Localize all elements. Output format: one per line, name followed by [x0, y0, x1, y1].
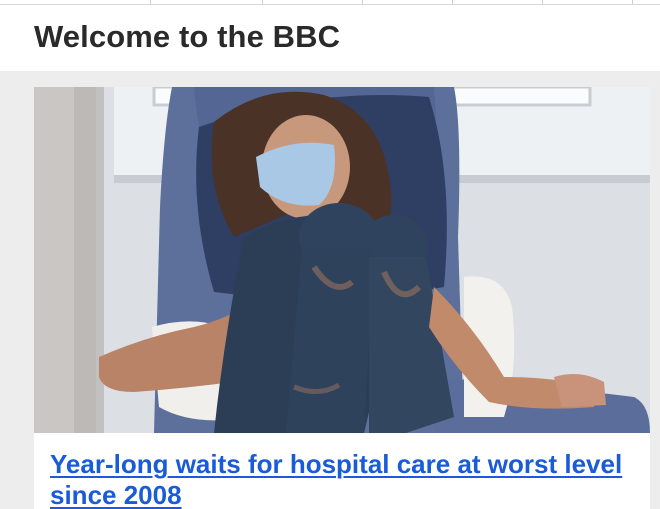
page-header: Welcome to the BBC [0, 5, 660, 71]
top-story-card[interactable]: Year-long waits for hospital care at wor… [34, 87, 650, 509]
strip-divider [632, 0, 633, 4]
story-image[interactable] [34, 87, 650, 433]
page-title: Welcome to the BBC [34, 19, 341, 54]
strip-divider [542, 0, 543, 4]
strip-divider [262, 0, 263, 4]
strip-divider [150, 0, 151, 4]
strip-divider [452, 0, 453, 4]
strip-divider [362, 0, 363, 4]
story-headline-link[interactable]: Year-long waits for hospital care at wor… [50, 449, 630, 509]
foreground-edge [74, 87, 104, 433]
